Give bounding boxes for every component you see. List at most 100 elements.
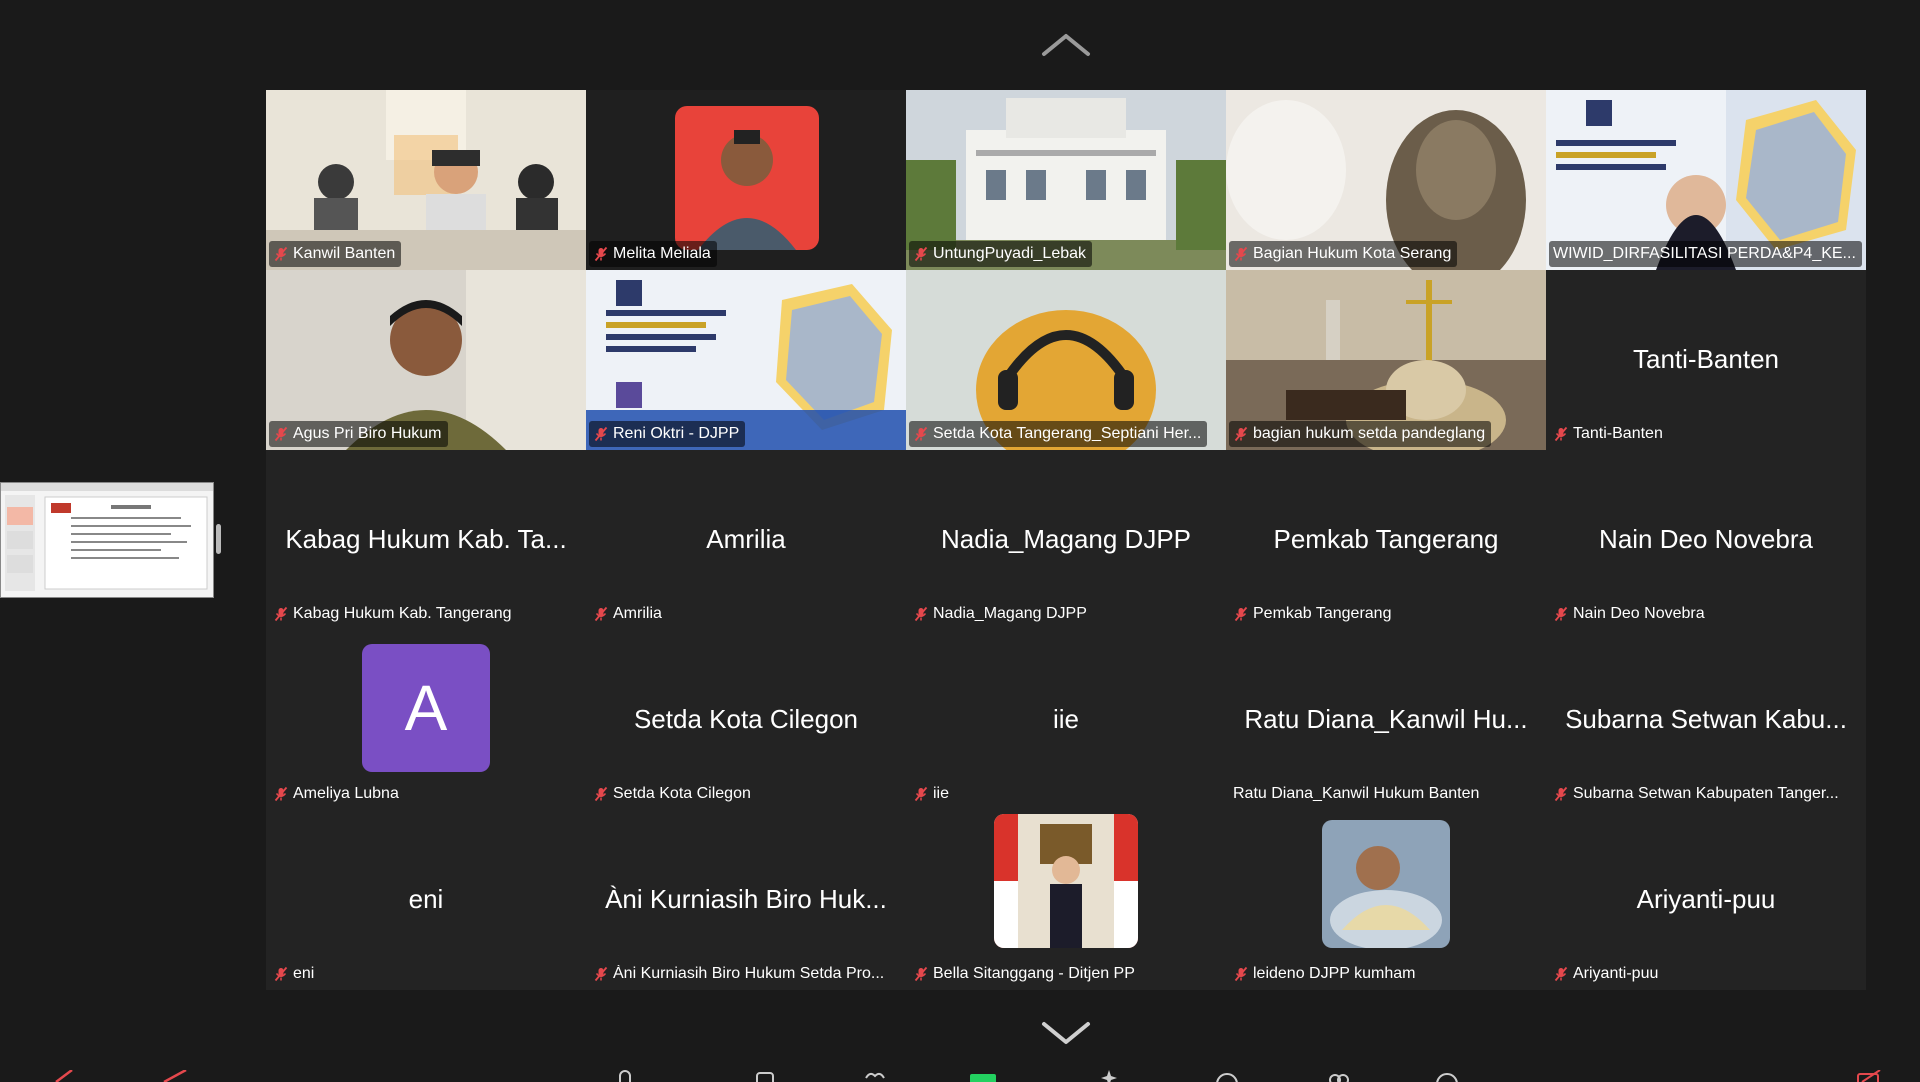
- mic-off-icon: [594, 426, 608, 442]
- sparkle-icon: [1101, 1070, 1117, 1082]
- participant-tile[interactable]: Reni Oktri - DJPP: [586, 270, 906, 450]
- participant-tile[interactable]: UntungPuyadi_Lebak: [906, 90, 1226, 270]
- participant-tile[interactable]: iie iie: [906, 630, 1226, 810]
- participant-name: Nain Deo Novebra: [1573, 605, 1705, 622]
- participant-display-name: Nain Deo Novebra: [1599, 524, 1813, 554]
- chevron-down-icon: [1042, 1022, 1090, 1044]
- mic-off-icon: [1554, 606, 1568, 622]
- mic-off-icon: [1234, 966, 1248, 982]
- participant-tile[interactable]: leideno DJPP kumham: [1226, 810, 1546, 990]
- mic-off-icon: [1234, 606, 1248, 622]
- more-button[interactable]: [1434, 1070, 1460, 1082]
- participant-display-name: Amrilia: [706, 524, 786, 554]
- mic-off-icon: [1234, 426, 1248, 442]
- participant-tile[interactable]: WIWID_DIRFASILITASI PERDA&P4_KE...: [1546, 90, 1866, 270]
- scroll-down-button[interactable]: [1040, 1018, 1092, 1048]
- participant-display-name: Àni Kurniasih Biro Huk...: [605, 884, 887, 914]
- participant-name: Kanwil Banten: [293, 245, 396, 262]
- mic-off-icon: [274, 966, 288, 982]
- participant-tile[interactable]: Àni Kurniasih Biro Huk... Àni Kurniasih …: [586, 810, 906, 990]
- mic-off-icon: [274, 246, 288, 262]
- participant-tile[interactable]: Pemkab Tangerang Pemkab Tangerang: [1226, 450, 1546, 630]
- mic-off-icon: [914, 966, 928, 982]
- mic-off-icon: [274, 426, 288, 442]
- participant-display-name: Pemkab Tangerang: [1273, 524, 1499, 554]
- mic-off-icon: [274, 606, 288, 622]
- share-screen-icon: [970, 1074, 996, 1082]
- participant-name: Agus Pri Biro Hukum: [293, 425, 442, 442]
- reactions-button[interactable]: [862, 1070, 888, 1082]
- chevron-up-icon: [1042, 34, 1090, 56]
- participant-name: Bella Sitanggang - Ditjen PP: [933, 965, 1135, 982]
- participant-tile[interactable]: Ariyanti-puu Ariyanti-puu: [1546, 810, 1866, 990]
- participant-tile[interactable]: Bella Sitanggang - Ditjen PP: [906, 810, 1226, 990]
- participant-name: Ariyanti-puu: [1573, 965, 1659, 982]
- thumbnail-resize-handle[interactable]: [216, 524, 221, 554]
- shared-screen-thumbnail[interactable]: [0, 482, 214, 598]
- participant-name: Ameliya Lubna: [293, 785, 399, 802]
- end-button[interactable]: [1856, 1070, 1882, 1082]
- participant-tile[interactable]: Ratu Diana_Kanwil Hu... Ratu Diana_Kanwil…: [1226, 630, 1546, 810]
- security-button[interactable]: [612, 1070, 638, 1082]
- participant-tile[interactable]: Nadia_Magang DJPP Nadia_Magang DJPP: [906, 450, 1226, 630]
- participant-name: leideno DJPP kumham: [1253, 965, 1416, 982]
- participant-nameplate: Àni Kurniasih Biro Hukum Setda Pro...: [589, 961, 890, 987]
- participant-nameplate: Kanwil Banten: [269, 241, 402, 267]
- participant-nameplate: Kabag Hukum Kab. Tangerang: [269, 601, 518, 627]
- record-button[interactable]: [1214, 1070, 1240, 1082]
- mic-off-icon: [914, 426, 928, 442]
- mic-off-icon: [1554, 786, 1568, 802]
- shield-icon: [619, 1070, 631, 1082]
- mic-off-icon: [594, 246, 608, 262]
- participant-name: WIWID_DIRFASILITASI PERDA&P4_KE...: [1553, 245, 1856, 262]
- participant-nameplate: WIWID_DIRFASILITASI PERDA&P4_KE...: [1549, 241, 1862, 267]
- avatar: [994, 814, 1138, 948]
- participant-nameplate: Pemkab Tangerang: [1229, 601, 1397, 627]
- participants-button[interactable]: [752, 1070, 778, 1082]
- participant-name: iie: [933, 785, 950, 802]
- ai-companion-button[interactable]: [1096, 1070, 1122, 1082]
- participant-nameplate: Tanti-Banten: [1549, 421, 1669, 447]
- participant-tile[interactable]: Melita Meliala: [586, 90, 906, 270]
- share-screen-button[interactable]: [970, 1070, 996, 1082]
- mic-off-icon: [55, 1070, 73, 1082]
- participant-tile[interactable]: Setda Kota Tangerang_Septiani Her...: [906, 270, 1226, 450]
- participant-display-name: iie: [1052, 704, 1079, 734]
- breakout-button[interactable]: [1326, 1070, 1352, 1082]
- participant-tile[interactable]: Nain Deo Novebra Nain Deo Novebra: [1546, 450, 1866, 630]
- participant-display-name: Setda Kota Cilegon: [633, 704, 859, 734]
- participant-nameplate: Melita Meliala: [589, 241, 717, 267]
- participant-display-name: Ariyanti-puu: [1636, 884, 1776, 914]
- more-icon: [1436, 1073, 1458, 1082]
- participant-tile[interactable]: Setda Kota Cilegon Setda Kota Cilegon: [586, 630, 906, 810]
- participant-display-name: Nadia_Magang DJPP: [940, 524, 1192, 554]
- participant-display-name: Kabag Hukum Kab. Ta...: [285, 524, 567, 554]
- mic-off-icon: [594, 966, 608, 982]
- people-icon: [1329, 1074, 1349, 1082]
- participant-tile[interactable]: Bagian Hukum Kota Serang: [1226, 90, 1546, 270]
- participant-tile[interactable]: A Ameliya Lubna: [266, 630, 586, 810]
- avatar: A: [362, 644, 490, 772]
- audio-button[interactable]: [52, 1070, 78, 1082]
- participant-name: Tanti-Banten: [1573, 425, 1663, 442]
- participant-name: UntungPuyadi_Lebak: [933, 245, 1087, 262]
- scroll-up-button[interactable]: [1040, 30, 1092, 60]
- participant-name: Kabag Hukum Kab. Tangerang: [293, 605, 512, 622]
- participant-tile[interactable]: eni eni: [266, 810, 586, 990]
- participant-tile[interactable]: Tanti-Banten Tanti-Banten: [1546, 270, 1866, 450]
- mic-off-icon: [914, 786, 928, 802]
- participant-tile[interactable]: Kanwil Banten: [266, 90, 586, 270]
- clock-icon: [1216, 1073, 1238, 1082]
- participant-tile[interactable]: Kabag Hukum Kab. Ta... Kabag Hukum Kab. …: [266, 450, 586, 630]
- participant-name: Melita Meliala: [613, 245, 711, 262]
- participant-name: Nadia_Magang DJPP: [933, 605, 1087, 622]
- participant-tile[interactable]: Agus Pri Biro Hukum: [266, 270, 586, 450]
- participant-display-name: Subarna Setwan Kabu...: [1565, 704, 1847, 734]
- video-button[interactable]: [162, 1070, 188, 1082]
- participant-tile[interactable]: Amrilia Amrilia: [586, 450, 906, 630]
- participant-nameplate: Setda Kota Cilegon: [589, 781, 757, 807]
- participant-nameplate: Nadia_Magang DJPP: [909, 601, 1093, 627]
- participant-tile[interactable]: Subarna Setwan Kabu... Subarna Setwan Ka…: [1546, 630, 1866, 810]
- participant-tile[interactable]: bagian hukum setda pandeglang: [1226, 270, 1546, 450]
- participant-name: Subarna Setwan Kabupaten Tanger...: [1573, 785, 1839, 802]
